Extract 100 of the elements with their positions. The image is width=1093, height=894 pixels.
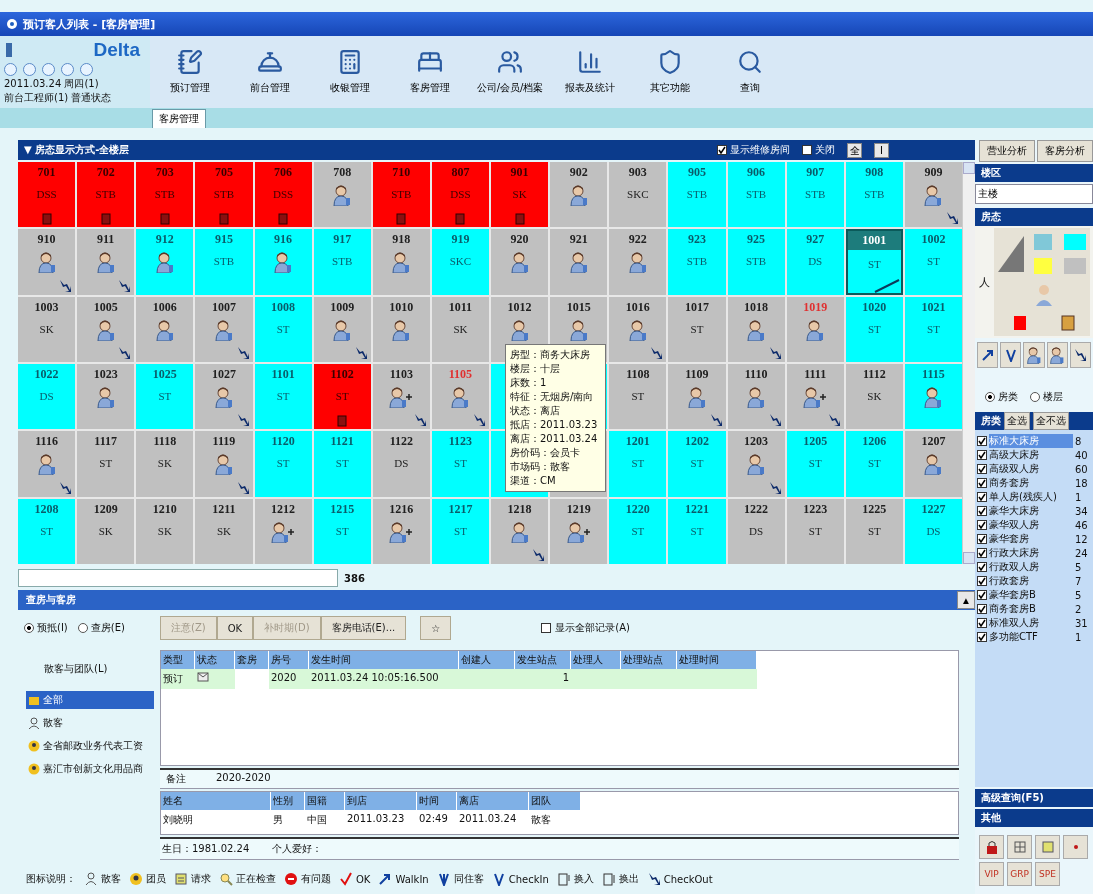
arrow-button[interactable] [977, 342, 999, 368]
room-type-item[interactable]: 豪华套房B [989, 588, 1073, 602]
room-cell[interactable]: 708 [313, 162, 371, 228]
room-cell[interactable]: 1215 ST [313, 498, 371, 564]
radio-button[interactable] [985, 392, 995, 402]
room-cell[interactable]: 1212 [254, 498, 312, 564]
room-cell[interactable]: 1110 [727, 364, 785, 430]
room-type-item[interactable]: 行政双人房 [989, 560, 1073, 574]
room-cell[interactable]: 1108 ST [609, 364, 667, 430]
room-cell[interactable]: 1216 [372, 498, 430, 564]
column-header[interactable]: 姓名 [161, 791, 271, 810]
room-cell[interactable]: 1011 SK [431, 296, 489, 362]
room-cell[interactable]: 901 SK [491, 162, 549, 228]
room-cell[interactable]: 908 STB [845, 162, 903, 228]
room-type-item[interactable]: 高级大床房 [989, 448, 1073, 462]
group-item[interactable]: 全部 [26, 691, 154, 709]
room-cell[interactable]: 1020 ST [845, 296, 903, 362]
circle-button[interactable] [23, 63, 36, 76]
toolbar-button[interactable]: 预订管理 [150, 36, 230, 108]
room-cell[interactable]: 1123 ST [431, 431, 489, 497]
column-header[interactable]: 类型 [161, 651, 195, 669]
room-cell[interactable]: 916 [254, 229, 312, 295]
room-type-item[interactable]: 高级双人房 [989, 462, 1073, 476]
room-cell[interactable]: 1210 SK [136, 498, 194, 564]
column-header[interactable]: 房号 [269, 651, 309, 669]
checkbox[interactable] [977, 576, 987, 586]
room-cell[interactable]: 1111 [786, 364, 844, 430]
select-button[interactable]: 全选 [1004, 412, 1030, 430]
room-cell[interactable]: 1003 SK [18, 296, 76, 362]
column-header[interactable]: 处理时间 [677, 651, 757, 669]
circle-button[interactable] [42, 63, 55, 76]
room-cell[interactable]: 909 [904, 162, 962, 228]
room-cell[interactable]: 1023 [77, 364, 135, 430]
action-button[interactable]: ☆ [420, 616, 452, 640]
column-header[interactable]: 处理人 [571, 651, 621, 669]
room-cell[interactable]: 1103 [372, 364, 430, 430]
room-type-item[interactable]: 多功能CTF [989, 630, 1073, 644]
checkbox[interactable] [977, 520, 987, 530]
analysis-button[interactable]: 营业分析 [979, 140, 1035, 162]
room-type-item[interactable]: 商务套房B [989, 602, 1073, 616]
room-cell[interactable]: 917 STB [313, 229, 371, 295]
room-cell[interactable]: 807 DSS [431, 162, 489, 228]
room-cell[interactable]: 1211 SK [195, 498, 253, 564]
room-cell[interactable]: 910 [18, 229, 76, 295]
room-cell[interactable]: 710 STB [372, 162, 430, 228]
room-search-field[interactable] [18, 569, 338, 587]
grid-button[interactable] [1007, 835, 1032, 859]
checkbox[interactable] [977, 436, 987, 446]
column-header[interactable]: 到店 [345, 791, 417, 810]
toolbar-button[interactable]: 其它功能 [630, 36, 710, 108]
group-item[interactable]: 全省邮政业务代表工资 [26, 737, 154, 755]
room-cell[interactable]: 1219 [550, 498, 608, 564]
checkbox[interactable] [977, 632, 987, 642]
room-cell[interactable]: 1227 DS [904, 498, 962, 564]
room-cell[interactable]: 1119 [195, 431, 253, 497]
room-cell[interactable]: 1101 ST [254, 364, 312, 430]
person-button[interactable] [1023, 342, 1045, 368]
checkbox[interactable] [977, 548, 987, 558]
room-cell[interactable]: 705 STB [195, 162, 253, 228]
room-cell[interactable]: 905 STB [668, 162, 726, 228]
room-cell[interactable]: 1006 [136, 296, 194, 362]
filter-button[interactable]: VIP [979, 862, 1004, 886]
column-header[interactable]: 发生时间 [309, 651, 459, 669]
room-cell[interactable]: 706 DSS [254, 162, 312, 228]
room-cell[interactable]: 1207 [904, 431, 962, 497]
room-type-item[interactable]: 单人房(残疾人) [989, 490, 1073, 504]
room-cell[interactable]: 702 STB [77, 162, 135, 228]
room-type-item[interactable]: 标准双人房 [989, 616, 1073, 630]
room-type-item[interactable]: 豪华双人房 [989, 518, 1073, 532]
room-cell[interactable]: 920 [491, 229, 549, 295]
checkbox[interactable] [977, 534, 987, 544]
room-cell[interactable]: 921 [550, 229, 608, 295]
person-button[interactable] [1046, 342, 1068, 368]
circle-button[interactable] [4, 63, 17, 76]
room-cell[interactable]: 1116 [18, 431, 76, 497]
collapse-button[interactable]: ▲ [957, 591, 975, 609]
radio-button[interactable] [24, 623, 34, 633]
room-cell[interactable]: 1002 ST [904, 229, 962, 295]
dot-button[interactable] [1063, 835, 1088, 859]
room-cell[interactable]: 906 STB [727, 162, 785, 228]
room-cell[interactable]: 1218 [491, 498, 549, 564]
room-cell[interactable]: 1205 ST [786, 431, 844, 497]
room-cell[interactable]: 925 STB [727, 229, 785, 295]
room-cell[interactable]: 1222 DS [727, 498, 785, 564]
toolbar-button[interactable]: 客房管理 [390, 36, 470, 108]
room-cell[interactable]: 1001 ST [845, 229, 903, 295]
column-header[interactable]: 创建人 [459, 651, 515, 669]
lock-button[interactable] [979, 835, 1004, 859]
select-button[interactable]: 全不选 [1033, 412, 1069, 430]
room-type-item[interactable]: 行政大床房 [989, 546, 1073, 560]
checkbox[interactable] [802, 145, 812, 155]
analysis-button[interactable]: 客房分析 [1037, 140, 1093, 162]
column-header[interactable]: 状态 [195, 651, 235, 669]
filter-button[interactable]: SPE [1035, 862, 1060, 886]
room-cell[interactable]: 1016 [609, 296, 667, 362]
action-button[interactable]: OK [216, 616, 254, 640]
room-cell[interactable]: 1009 [313, 296, 371, 362]
checkbox[interactable] [541, 623, 552, 633]
room-cell[interactable]: 907 STB [786, 162, 844, 228]
checkbox[interactable] [977, 618, 987, 628]
